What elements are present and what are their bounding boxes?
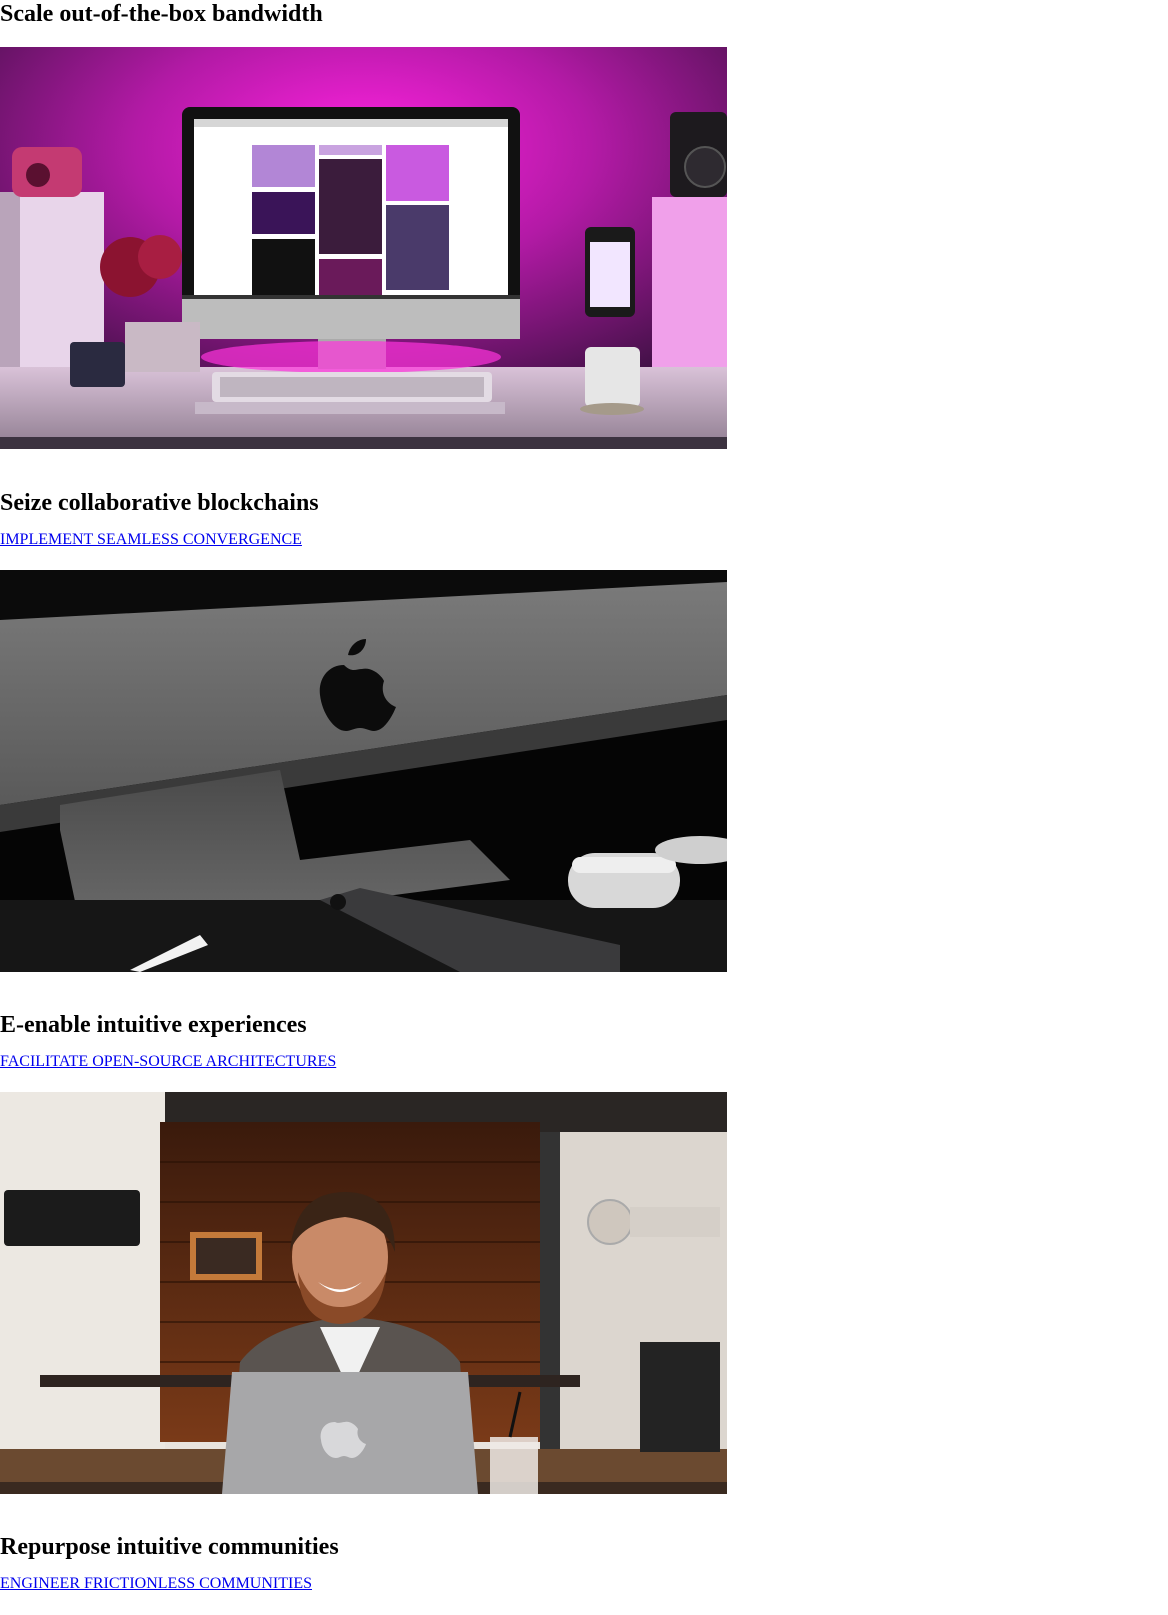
section-heading: Scale out-of-the-box bandwidth [0, 1, 323, 27]
imac-closeup-photo [0, 570, 727, 972]
section-4: Repurpose intuitive communities ENGINEER… [0, 1533, 1168, 1593]
facilitate-open-source-architectures-link[interactable]: FACILITATE OPEN-SOURCE ARCHITECTURES [0, 1053, 1168, 1071]
section-heading: E-enable intuitive experiences [0, 1012, 307, 1038]
section-3: E-enable intuitive experiences FACILITAT… [0, 1011, 1168, 1071]
section-1: Scale out-of-the-box bandwidth [0, 0, 1168, 28]
section-heading: Repurpose intuitive communities [0, 1534, 339, 1560]
implement-seamless-convergence-link[interactable]: IMPLEMENT SEAMLESS CONVERGENCE [0, 531, 1168, 549]
section-2: Seize collaborative blockchains IMPLEMEN… [0, 489, 1168, 549]
engineer-frictionless-communities-link[interactable]: ENGINEER FRICTIONLESS COMMUNITIES [0, 1575, 1168, 1593]
section-heading: Seize collaborative blockchains [0, 490, 319, 516]
man-laptop-cafe-photo [0, 1092, 727, 1494]
imac-desk-photo [0, 47, 727, 449]
